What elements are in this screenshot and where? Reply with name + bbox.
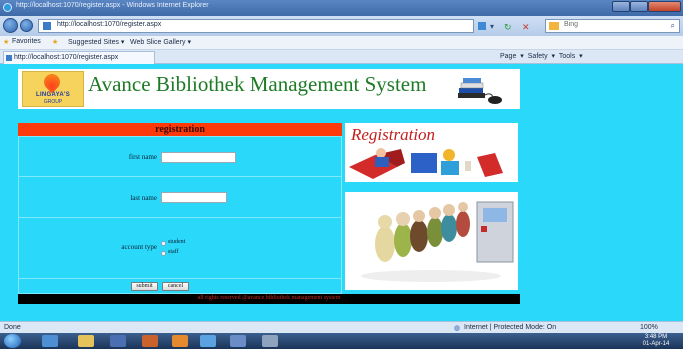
row-divider [18, 217, 342, 218]
favorites-button[interactable]: Favorites [12, 38, 41, 45]
zoom-level[interactable]: 100% [640, 324, 658, 331]
status-bar: Done ◍ Internet | Protected Mode: On 100… [0, 321, 683, 333]
dropdown-icon: ▾ [490, 22, 494, 31]
registration-header: registration [18, 123, 342, 136]
tab-register[interactable]: http://localhost:1070/register.aspx [3, 51, 155, 64]
favorites-star-icon[interactable]: ★ [3, 38, 9, 46]
tab-bar: http://localhost:1070/register.aspx Page… [0, 50, 683, 64]
bing-icon [549, 22, 559, 30]
app2-taskbar-icon[interactable] [230, 335, 246, 347]
window-title: http://localhost:1070/register.aspx - Wi… [16, 2, 209, 9]
address-input[interactable]: http://localhost:1070/register.aspx [38, 19, 474, 33]
logo-text: LINGAYA'S [35, 92, 71, 98]
page-icon [43, 22, 51, 30]
start-button[interactable] [4, 334, 21, 348]
explorer-taskbar-icon[interactable] [78, 335, 94, 347]
first-name-label: first name [128, 153, 157, 161]
clock[interactable]: 3:48 PM 01-Apr-14 [632, 334, 680, 348]
submit-button[interactable]: submit [131, 282, 158, 291]
window-title-bar: http://localhost:1070/register.aspx - Wi… [0, 0, 683, 16]
address-url: http://localhost:1070/register.aspx [57, 21, 162, 28]
registration-image: Registration [345, 123, 518, 182]
queue-image [345, 192, 518, 290]
clock-time: 3:48 PM [644, 334, 668, 340]
globe-icon: ◍ [454, 325, 461, 332]
last-name-input[interactable] [161, 192, 227, 203]
media-taskbar-icon[interactable] [110, 335, 126, 347]
site-title: Avance Bibliothek Management System [88, 72, 427, 96]
back-icon[interactable] [3, 18, 18, 33]
vlc-taskbar-icon[interactable] [172, 335, 188, 347]
cancel-button[interactable]: cancel [162, 282, 189, 291]
lingayas-logo: LINGAYA'S GROUP [22, 70, 84, 107]
navigation-bar: http://localhost:1070/register.aspx ▾ ↻ … [0, 16, 683, 36]
status-text: Done [4, 324, 21, 331]
first-name-input[interactable] [161, 152, 236, 163]
staff-label: staff [168, 249, 179, 255]
registration-title: registration [155, 124, 205, 135]
maximize-button[interactable] [630, 1, 648, 12]
forward-icon[interactable] [20, 19, 33, 32]
search-input[interactable]: Bing ⌕ [545, 19, 680, 33]
footer: all rights reserved @avance bibliothek m… [18, 294, 520, 304]
ie-logo-icon [3, 3, 12, 12]
footer-text: all rights reserved @avance bibliothek m… [197, 295, 341, 301]
web-slice-gallery-link[interactable]: Web Slice Gallery ▾ [130, 38, 191, 46]
command-bar-menus[interactable]: Page ▾ Safety ▾ Tools ▾ [500, 52, 583, 60]
logo-subtext: GROUP [43, 99, 63, 105]
staff-radio[interactable] [161, 251, 166, 256]
search-placeholder: Bing [564, 21, 579, 28]
address-tools: ▾ ↻ ✕ [478, 22, 530, 32]
queue-clipart [361, 201, 514, 282]
add-favorite-icon[interactable]: ★ [52, 38, 58, 46]
books-mouse-icon [458, 78, 502, 104]
tab-label: http://localhost:1070/register.aspx [14, 54, 119, 61]
app3-taskbar-icon[interactable] [262, 335, 278, 347]
registration-clipart [349, 148, 503, 179]
refresh-icon: ↻ [504, 23, 512, 32]
account-type-label: account type [121, 243, 157, 251]
flame-icon [40, 70, 64, 94]
last-name-label: last name [130, 194, 157, 202]
ie-taskbar-icon[interactable] [42, 335, 58, 347]
visual-studio-taskbar-icon[interactable] [200, 335, 216, 347]
compat-view-icon [478, 22, 486, 30]
search-icon[interactable]: ⌕ [671, 21, 675, 31]
student-radio[interactable] [161, 241, 166, 246]
security-zone: Internet | Protected Mode: On [464, 324, 557, 331]
favorites-bar: ★ Favorites ★ Suggested Sites ▾ Web Slic… [0, 36, 683, 50]
minimize-button[interactable] [612, 1, 630, 12]
stop-icon: ✕ [522, 23, 530, 32]
tab-page-icon [6, 55, 12, 61]
suggested-sites-link[interactable]: Suggested Sites ▾ [68, 38, 124, 46]
taskbar: 3:48 PM 01-Apr-14 [0, 333, 683, 349]
row-divider [18, 176, 342, 177]
close-button[interactable] [648, 1, 681, 12]
app-taskbar-icon[interactable] [142, 335, 158, 347]
student-label: student [168, 239, 186, 245]
row-divider [18, 278, 342, 279]
clock-date: 01-Apr-14 [642, 341, 670, 347]
